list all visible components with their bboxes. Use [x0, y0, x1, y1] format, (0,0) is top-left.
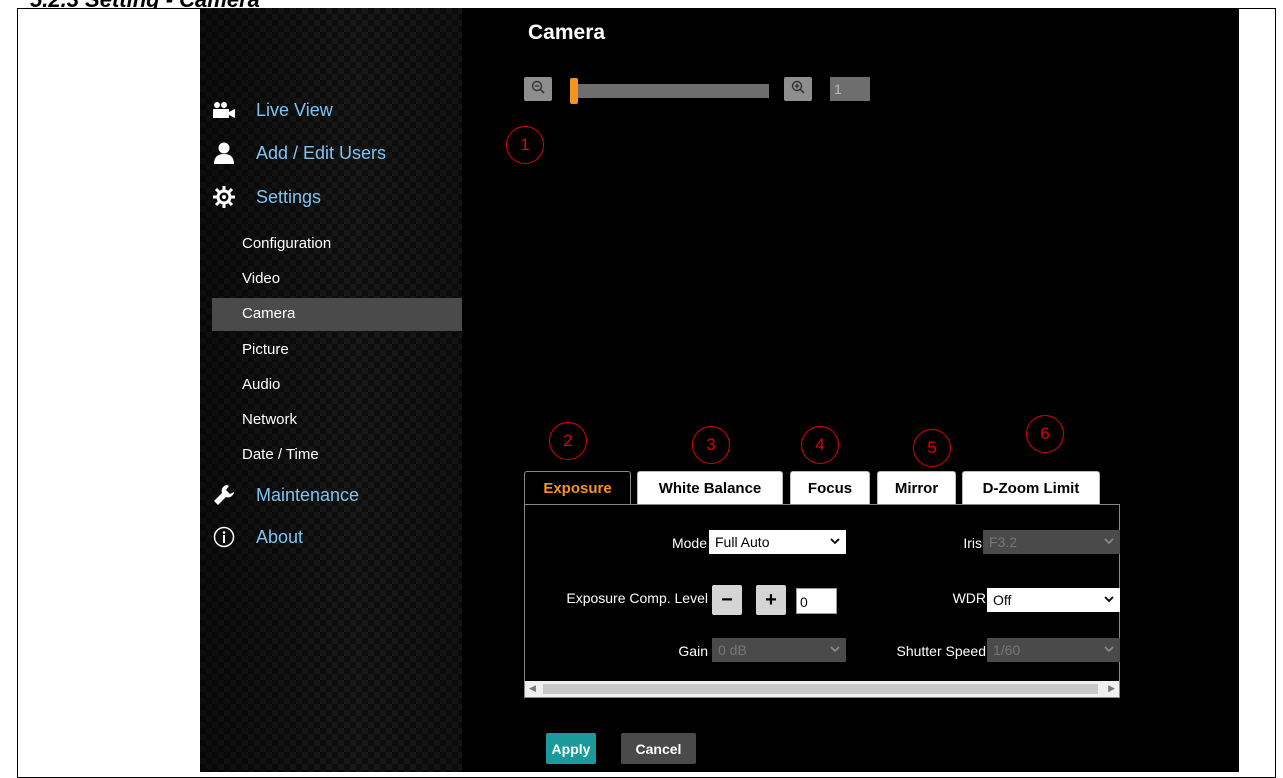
tab-white-balance[interactable]: White Balance: [637, 471, 783, 504]
tab-mirror[interactable]: Mirror: [877, 471, 956, 504]
apply-button[interactable]: Apply: [546, 733, 596, 764]
chevron-down-icon: [830, 638, 840, 653]
wrench-icon: [212, 484, 236, 506]
zoom-out-icon: [531, 80, 545, 99]
mode-select-value: Full Auto: [715, 534, 770, 550]
gear-icon: [212, 186, 236, 208]
gain-select: 0 dB: [712, 638, 846, 662]
sidebar: Live View Add / Edit Users Settings Conf…: [200, 8, 462, 772]
shutter-speed-label: Shutter Speed: [896, 643, 986, 659]
exposure-comp-value-field[interactable]: 0: [796, 588, 837, 614]
zoom-in-icon: [791, 80, 805, 99]
callout-1: 1: [506, 126, 544, 164]
nav-live-view-label: Live View: [256, 99, 333, 120]
nav-settings[interactable]: Settings: [212, 186, 321, 208]
wdr-select[interactable]: Off: [987, 588, 1120, 612]
wdr-select-value: Off: [993, 592, 1012, 608]
scroll-right-arrow-icon[interactable]: ▶: [1108, 683, 1115, 694]
mode-label: Mode: [671, 535, 707, 551]
cancel-button[interactable]: Cancel: [621, 733, 696, 764]
user-icon: [212, 142, 236, 164]
chevron-down-icon: [1104, 588, 1114, 603]
zoom-in-button[interactable]: [784, 77, 812, 101]
exposure-comp-label: Exposure Comp. Level: [566, 590, 708, 606]
nav-maintenance[interactable]: Maintenance: [212, 484, 359, 506]
iris-label: Iris: [963, 535, 982, 551]
chevron-down-icon: [830, 530, 840, 545]
scroll-left-arrow-icon[interactable]: ◀: [529, 683, 536, 694]
iris-select-value: F3.2: [989, 534, 1018, 550]
exposure-comp-decrease-button[interactable]: −: [712, 585, 742, 615]
gain-label: Gain: [678, 643, 708, 659]
nav-live-view[interactable]: Live View: [212, 99, 333, 121]
zoom-out-button[interactable]: [524, 77, 552, 101]
gain-select-value: 0 dB: [718, 642, 747, 658]
exposure-comp-increase-button[interactable]: +: [756, 585, 786, 615]
sidebar-item-video[interactable]: Video: [242, 270, 280, 287]
tab-focus[interactable]: Focus: [790, 471, 870, 504]
zoom-value-field[interactable]: 1: [830, 77, 870, 101]
sidebar-item-date-time[interactable]: Date / Time: [242, 446, 319, 463]
chevron-down-icon: [1104, 530, 1114, 545]
shutter-speed-select-value: 1/60: [993, 642, 1021, 658]
main-content: Camera 1 1 2 3 4 5 6 Exposure White Bala…: [462, 8, 1239, 772]
zoom-slider-track[interactable]: [572, 84, 769, 98]
sidebar-item-network[interactable]: Network: [242, 411, 297, 428]
horizontal-scrollbar[interactable]: ◀ ▶: [525, 681, 1119, 697]
sidebar-item-camera[interactable]: Camera: [242, 305, 295, 322]
callout-3: 3: [692, 426, 730, 464]
nav-settings-label: Settings: [256, 186, 322, 207]
callout-2: 2: [549, 422, 587, 460]
callout-6: 6: [1026, 415, 1064, 453]
shutter-speed-select: 1/60: [987, 638, 1120, 662]
tab-d-zoom-limit[interactable]: D-Zoom Limit: [962, 471, 1100, 504]
nav-add-edit-users-label: Add / Edit Users: [256, 142, 387, 163]
zoom-slider-handle[interactable]: [570, 78, 578, 104]
nav-add-edit-users[interactable]: Add / Edit Users: [212, 142, 386, 164]
video-camera-icon: [212, 99, 236, 121]
page-title: Camera: [528, 21, 606, 44]
mode-select[interactable]: Full Auto: [709, 530, 846, 554]
sidebar-item-picture[interactable]: Picture: [242, 341, 289, 358]
chevron-down-icon: [1104, 638, 1114, 653]
nav-maintenance-label: Maintenance: [256, 484, 360, 505]
tab-exposure[interactable]: Exposure: [524, 471, 631, 504]
nav-about[interactable]: About: [212, 526, 303, 548]
sidebar-item-audio[interactable]: Audio: [242, 376, 280, 393]
callout-5: 5: [913, 429, 951, 467]
wdr-label: WDR: [952, 590, 986, 606]
info-icon: [212, 526, 236, 548]
iris-select: F3.2: [983, 530, 1120, 554]
sidebar-item-configuration[interactable]: Configuration: [242, 235, 331, 252]
callout-4: 4: [801, 426, 839, 464]
nav-about-label: About: [256, 526, 304, 547]
camera-web-ui: Live View Add / Edit Users Settings Conf…: [200, 8, 1239, 772]
scrollbar-thumb[interactable]: [543, 684, 1098, 694]
